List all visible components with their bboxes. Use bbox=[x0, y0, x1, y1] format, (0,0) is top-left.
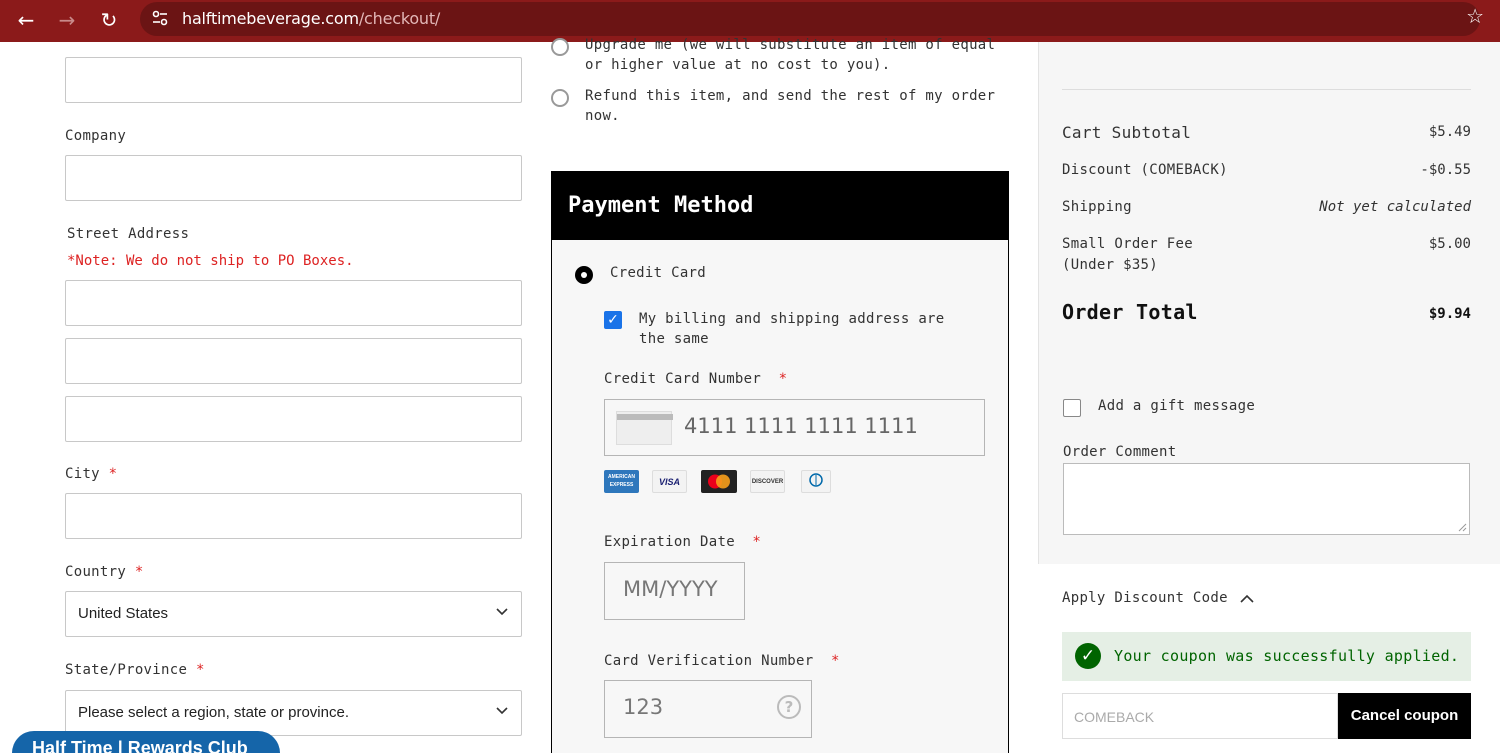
upgrade-option-label: Upgrade me (we will substitute an item o… bbox=[585, 35, 1005, 75]
coupon-success-message: ✓ Your coupon was successfully applied. bbox=[1062, 632, 1471, 681]
street-address-label: Street Address bbox=[67, 226, 190, 242]
required-asterisk: * bbox=[134, 564, 144, 580]
city-input[interactable] bbox=[65, 493, 522, 539]
po-box-note: *Note: We do not ship to PO Boxes. bbox=[67, 253, 354, 269]
required-asterisk: * bbox=[108, 466, 118, 482]
cc-number-label: Credit Card Number * bbox=[604, 371, 787, 387]
chevron-down-icon bbox=[496, 707, 508, 715]
reload-icon[interactable]: ↻ bbox=[94, 5, 124, 35]
country-label: Country * bbox=[65, 564, 144, 580]
visa-logo-icon: VISA bbox=[652, 470, 687, 493]
address-line-top-input[interactable] bbox=[65, 57, 522, 103]
site-settings-icon[interactable] bbox=[150, 9, 170, 29]
state-value: Please select a region, state or provinc… bbox=[78, 704, 349, 721]
country-select[interactable]: United States bbox=[65, 591, 522, 637]
upgrade-radio[interactable] bbox=[551, 38, 569, 56]
street-line-1-input[interactable] bbox=[65, 280, 522, 326]
forward-arrow-icon[interactable]: → bbox=[52, 5, 82, 35]
coupon-success-text: Your coupon was successfully applied. bbox=[1114, 647, 1460, 665]
payment-method-heading: Payment Method bbox=[551, 171, 1009, 240]
credit-card-label: Credit Card bbox=[610, 265, 707, 281]
street-line-3-input[interactable] bbox=[65, 396, 522, 442]
order-total-label: Order Total bbox=[1062, 300, 1198, 324]
mastercard-logo-icon bbox=[701, 470, 737, 493]
discover-logo-icon: DISCOVER bbox=[750, 470, 785, 493]
street-line-2-input[interactable] bbox=[65, 338, 522, 384]
upgrade-option-text: Upgrade me (we will substitute an item o… bbox=[585, 37, 996, 73]
url-path: /checkout/ bbox=[358, 9, 441, 28]
cc-number-value: 4111 1111 1111 1111 bbox=[684, 414, 918, 438]
cancel-coupon-button[interactable]: Cancel coupon bbox=[1338, 693, 1471, 739]
diners-club-logo-icon bbox=[801, 470, 831, 493]
apply-discount-text: Apply Discount Code bbox=[1062, 590, 1228, 606]
url-text[interactable]: halftimebeverage.com/checkout/ bbox=[182, 9, 440, 28]
country-value: United States bbox=[78, 605, 169, 622]
subtotal-label: Cart Subtotal bbox=[1062, 123, 1192, 142]
company-label: Company bbox=[65, 128, 127, 144]
state-select[interactable]: Please select a region, state or provinc… bbox=[65, 690, 522, 736]
order-total-value: $9.94 bbox=[1428, 306, 1471, 322]
small-order-fee-value: $5.00 bbox=[1428, 236, 1471, 252]
gift-message-checkbox[interactable] bbox=[1063, 399, 1081, 417]
coupon-code-value: COMEBACK bbox=[1074, 709, 1155, 725]
refund-radio[interactable] bbox=[551, 89, 569, 107]
state-label-text: State/Province bbox=[65, 662, 188, 678]
url-domain: halftimebeverage.com bbox=[182, 9, 359, 28]
credit-card-radio[interactable] bbox=[575, 266, 593, 284]
small-order-fee-sublabel: (Under $35) bbox=[1062, 257, 1159, 273]
subtotal-value: $5.49 bbox=[1428, 124, 1471, 140]
shipping-label: Shipping bbox=[1062, 199, 1132, 215]
resize-handle-icon[interactable] bbox=[1458, 523, 1467, 532]
apply-discount-heading[interactable]: Apply Discount Code bbox=[1062, 590, 1228, 606]
back-arrow-icon[interactable]: ← bbox=[11, 5, 41, 35]
amex-logo-icon: AMERICAN EXPRESS bbox=[604, 470, 639, 493]
country-label-text: Country bbox=[65, 564, 127, 580]
expiration-placeholder: MM/YYYY bbox=[623, 577, 718, 601]
address-bar[interactable]: halftimebeverage.com/checkout/ bbox=[140, 2, 1480, 36]
summary-divider bbox=[1062, 89, 1471, 90]
state-label: State/Province * bbox=[65, 662, 205, 678]
small-order-fee-label: Small Order Fee bbox=[1062, 236, 1193, 252]
company-input[interactable] bbox=[65, 155, 522, 201]
credit-card-icon bbox=[616, 411, 673, 445]
expiration-label: Expiration Date * bbox=[604, 534, 761, 550]
billing-same-label: My billing and shipping address are the … bbox=[639, 311, 945, 347]
required-asterisk: * bbox=[778, 371, 788, 387]
cc-number-label-text: Credit Card Number bbox=[604, 371, 762, 387]
city-label: City * bbox=[65, 466, 117, 482]
order-comment-label: Order Comment bbox=[1063, 444, 1177, 460]
expiration-input[interactable]: MM/YYYY bbox=[604, 562, 745, 620]
checkmark-circle-icon: ✓ bbox=[1075, 643, 1101, 669]
rewards-club-tab[interactable]: Half Time | Rewards Club bbox=[12, 731, 280, 753]
cvv-label: Card Verification Number * bbox=[604, 653, 840, 669]
cvv-placeholder: 123 bbox=[623, 695, 664, 719]
chevron-down-icon bbox=[496, 608, 508, 616]
gift-message-label: Add a gift message bbox=[1098, 398, 1256, 414]
required-asterisk: * bbox=[830, 653, 840, 669]
cvv-input[interactable]: 123 ? bbox=[604, 680, 812, 738]
help-question-icon[interactable]: ? bbox=[777, 695, 801, 719]
expiration-label-text: Expiration Date bbox=[604, 534, 735, 550]
discount-value: -$0.55 bbox=[1420, 162, 1471, 178]
city-label-text: City bbox=[65, 466, 100, 482]
chevron-up-icon[interactable] bbox=[1239, 591, 1255, 607]
coupon-code-input[interactable]: COMEBACK bbox=[1062, 693, 1338, 739]
discount-label: Discount (COMEBACK) bbox=[1062, 162, 1228, 178]
order-comment-textarea[interactable] bbox=[1063, 463, 1470, 535]
billing-same-checkbox[interactable]: ✓ bbox=[604, 311, 622, 329]
cvv-label-text: Card Verification Number bbox=[604, 653, 814, 669]
bookmark-star-icon[interactable]: ☆ bbox=[1466, 4, 1484, 28]
required-asterisk: * bbox=[195, 662, 205, 678]
cc-number-input[interactable]: 4111 1111 1111 1111 bbox=[604, 399, 985, 456]
shipping-value: Not yet calculated bbox=[1319, 199, 1471, 215]
required-asterisk: * bbox=[752, 534, 762, 550]
refund-option-label: Refund this item, and send the rest of m… bbox=[585, 88, 996, 124]
